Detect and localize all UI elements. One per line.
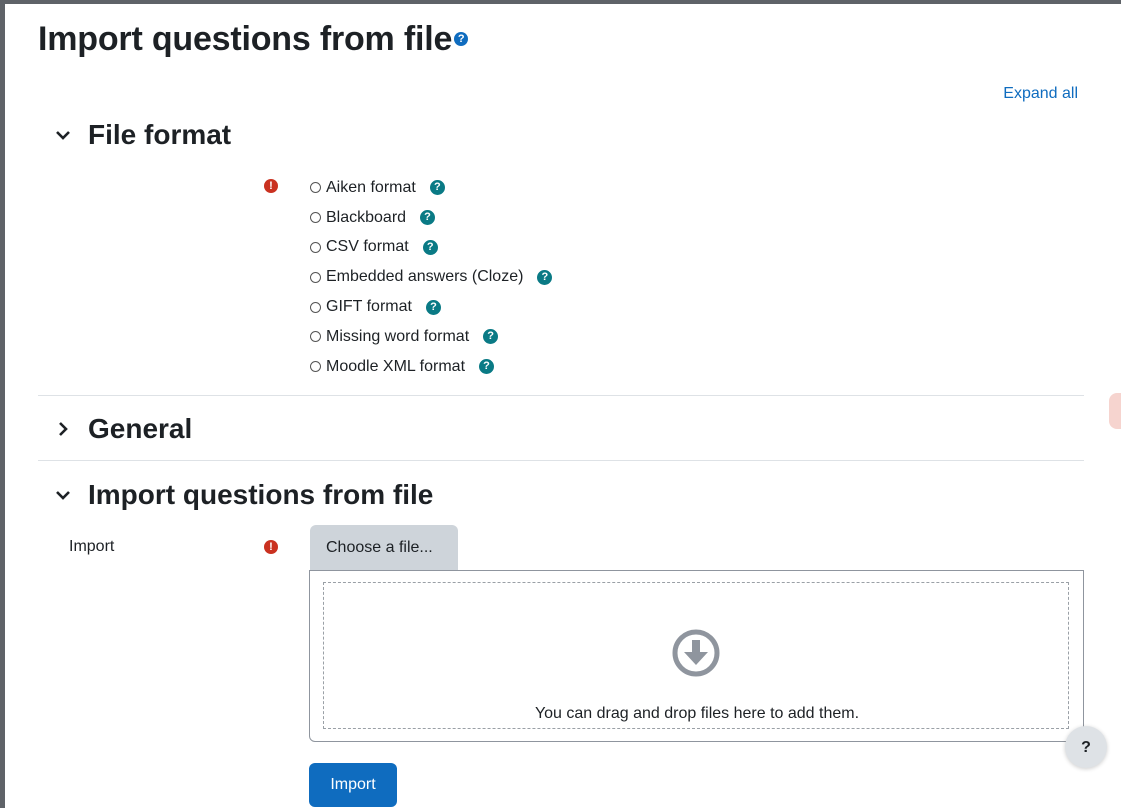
side-notification-badge[interactable] [1109,393,1121,429]
import-button[interactable]: Import [309,763,397,807]
section-title-file-format: File format [88,119,232,150]
title-help-icon[interactable]: ? [454,32,469,47]
section-header-file-format[interactable]: File format [52,119,231,151]
radio-button[interactable] [310,271,321,283]
section-divider [38,395,1084,396]
file-format-options: Aiken format ? Blackboard ? CSV format ?… [310,173,553,382]
expand-all-link[interactable]: Expand all [1003,85,1078,103]
section-header-import-file[interactable]: Import questions from file [52,479,433,511]
floating-help-button[interactable]: ? [1065,726,1107,768]
file-dropzone[interactable]: You can drag and drop files here to add … [309,570,1084,742]
radio-option-moodle-xml[interactable]: Moodle XML format ? [310,352,552,382]
help-icon[interactable]: ? [429,180,445,196]
page-title: Import questions from file? [38,20,469,59]
radio-label: Embedded answers (Cloze) [326,268,524,286]
radio-label: GIFT format [326,298,412,316]
radio-option-gift[interactable]: GIFT format ? [310,292,552,322]
import-field-label: Import [69,538,115,555]
dropzone-instructions: You can drag and drop files here to add … [534,705,860,722]
radio-button[interactable] [310,361,321,373]
radio-button[interactable] [310,212,321,224]
radio-label: Aiken format [326,178,416,196]
radio-label: Blackboard [326,208,407,226]
section-divider [38,460,1084,461]
section-title-import-file: Import questions from file [88,479,434,510]
radio-option-blackboard[interactable]: Blackboard ? [310,203,552,233]
required-icon: ! [264,179,278,193]
radio-label: Missing word format [326,327,470,345]
window-frame-left [0,0,5,808]
help-icon[interactable]: ? [425,299,441,315]
radio-option-aiken[interactable]: Aiken format ? [310,173,552,203]
radio-option-csv[interactable]: CSV format ? [310,233,552,263]
radio-button[interactable] [310,182,321,194]
radio-button[interactable] [310,331,321,343]
help-icon[interactable]: ? [537,269,553,285]
section-header-general[interactable]: General [52,413,192,445]
file-dropzone-area[interactable]: You can drag and drop files here to add … [323,582,1069,729]
required-icon: ! [264,540,278,554]
help-icon[interactable]: ? [479,359,495,375]
page-title-text: Import questions from file [38,20,453,58]
section-title-general: General [88,413,193,444]
help-icon[interactable]: ? [420,210,436,226]
chevron-down-icon [56,131,70,140]
chevron-down-icon [56,491,70,500]
radio-option-missing-word[interactable]: Missing word format ? [310,322,552,352]
radio-label: Moodle XML format [326,357,466,375]
window-frame-top [0,0,1121,4]
radio-label: CSV format [326,238,409,256]
choose-file-button[interactable]: Choose a file... [310,525,458,570]
chevron-right-icon [59,422,68,436]
radio-button[interactable] [310,241,321,253]
radio-option-cloze[interactable]: Embedded answers (Cloze) ? [310,262,553,292]
help-icon[interactable]: ? [483,329,499,345]
arrow-circle-down-icon [672,629,720,677]
radio-button[interactable] [310,301,321,313]
help-icon[interactable]: ? [422,239,438,255]
